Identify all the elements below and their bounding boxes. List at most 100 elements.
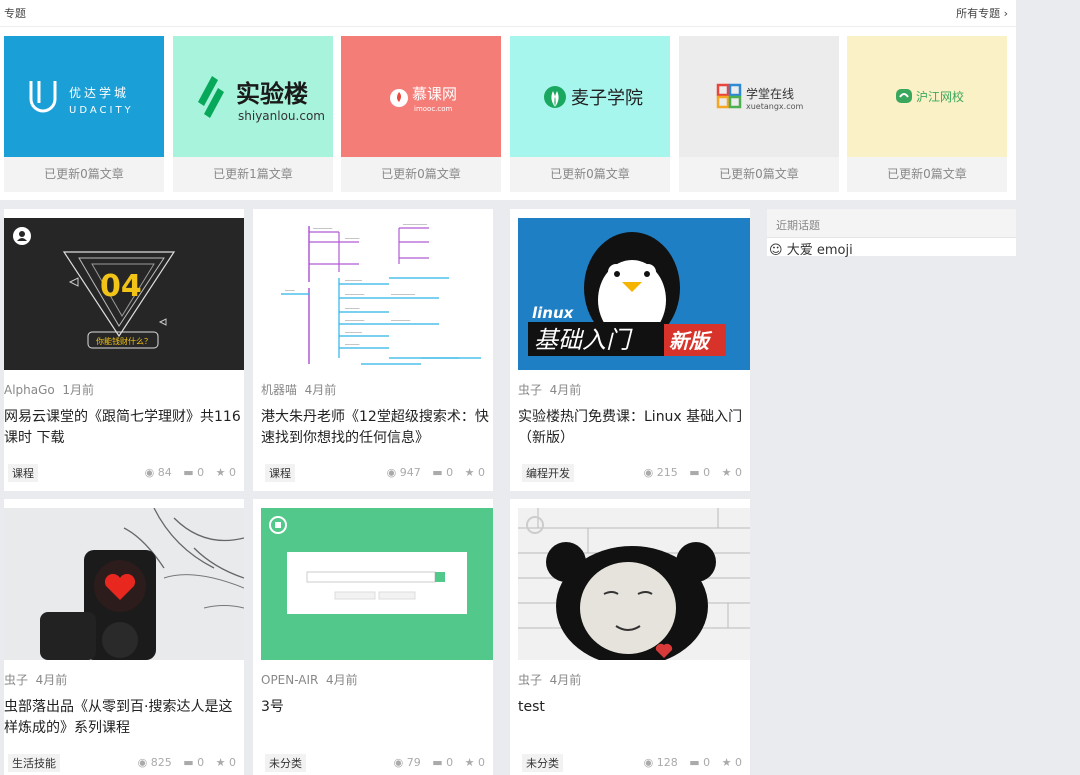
post-time: 1月前 [62,383,95,397]
like-count: 0 [229,756,236,769]
post-card[interactable]: linux 基础入门 新版 虫子 4月前 实验楼热门免费课：Linux 基础入门… [510,209,750,491]
eye-icon: ◉ [643,756,654,769]
eye-icon: ◉ [386,466,397,479]
brand-en: xuetangx.com [746,102,803,111]
view-count: 84 [157,466,172,479]
post-thumbnail[interactable] [518,508,750,660]
topic-card-maizi[interactable]: 麦子学院 已更新0篇文章 [510,36,670,192]
post-author[interactable]: OPEN-AIR [261,673,318,687]
brand-en: UDACITY [69,105,134,116]
post-time: 4月前 [549,383,582,397]
post-time: 4月前 [326,673,358,687]
post-time: 4月前 [35,673,68,687]
post-meta: 机器喵 4月前 [261,381,336,398]
post-thumbnail[interactable] [261,508,493,660]
post-title[interactable]: 实验楼热门免费课：Linux 基础入门（新版） [518,407,750,449]
star-icon[interactable]: ★ [216,756,226,769]
like-count: 0 [478,466,485,479]
topic-article-count: 已更新0篇文章 [44,167,124,181]
post-card[interactable]: 虫子 4月前 test 未分类 ◉ 128 ▬ 0 ★ 0 [510,499,750,775]
post-author[interactable]: 机器喵 [261,383,297,397]
post-thumbnail[interactable]: linux 基础入门 新版 [518,218,750,370]
brand-cn: 实验楼 [236,80,308,108]
comment-icon: ▬ [432,466,443,479]
post-tag[interactable]: 课程 [265,464,295,482]
post-thumbnail[interactable] [4,508,244,660]
post-author[interactable]: AlphaGo [4,383,55,397]
post-card[interactable]: OPEN-AIR 4月前 3号 未分类 ◉ 79 ▬ 0 ★ 0 [253,499,493,775]
view-count: 825 [150,756,172,769]
brand-cn: 沪江网校 [916,89,964,104]
chevron-right-icon: › [1003,7,1008,20]
topic-banner: 优达学城 UDACITY [4,36,164,157]
all-topics-link[interactable]: 所有专题 › [956,5,1008,21]
post-card[interactable]: 虫子 4月前 虫部落出品《从零到百·搜索达人是这样炼成的》系列课程 生活技能 ◉… [4,499,244,775]
topics-header: 专题 所有专题 › [0,0,1016,27]
recent-topic-item[interactable]: ☺ 大爱 emoji [769,239,853,258]
post-title[interactable]: 港大朱丹老师《12堂超级搜索术：快速找到你想找的任何信息》 [261,407,493,449]
recent-topic-label: 大爱 emoji [786,243,853,258]
post-title[interactable]: 网易云课堂的《跟简七学理财》共116课时 下载 [4,407,244,449]
topics-section: 专题 所有专题 › 优达学城 UDACITY 已更新0篇文章 实验楼 shiya… [0,0,1016,200]
like-count: 0 [735,756,742,769]
post-tag[interactable]: 未分类 [522,754,563,772]
thumbnail-text: 基础入门 [534,326,633,354]
topic-card-hujiang[interactable]: 沪江网校 已更新0篇文章 [847,36,1007,192]
topics-title: 专题 [4,7,26,20]
topic-card-imooc[interactable]: 慕课网 imooc.com 已更新0篇文章 [341,36,501,192]
post-tag[interactable]: 编程开发 [522,464,574,482]
post-meta: 虫子 4月前 [4,671,67,688]
post-meta: 虫子 4月前 [518,671,581,688]
topic-banner: 学堂在线 xuetangx.com [679,36,839,157]
post-stats: ◉ 128 ▬ 0 ★ 0 [644,756,742,769]
post-card[interactable]: ──────── ────── ────────── ─────── ────────… [253,209,493,491]
comment-count: 0 [197,756,205,769]
topic-card-shiyanlou[interactable]: 实验楼 shiyanlou.com 已更新1篇文章 [173,36,333,192]
topic-article-count: 已更新1篇文章 [213,167,293,181]
view-count: 215 [656,466,678,479]
comment-icon: ▬ [689,466,700,479]
imooc-logo-icon: 慕课网 imooc.com [390,85,457,113]
post-tag[interactable]: 课程 [8,464,38,482]
star-icon[interactable]: ★ [216,466,226,479]
like-count: 0 [735,466,742,479]
post-tag[interactable]: 生活技能 [8,754,60,772]
topic-card-udacity[interactable]: 优达学城 UDACITY 已更新0篇文章 [4,36,164,192]
star-icon[interactable]: ★ [722,466,732,479]
topic-article-count: 已更新0篇文章 [887,167,967,181]
topic-article-count: 已更新0篇文章 [381,167,461,181]
post-tag[interactable]: 未分类 [265,754,306,772]
star-icon[interactable]: ★ [722,756,732,769]
post-stats: ◉ 825 ▬ 0 ★ 0 [138,756,236,769]
post-title[interactable]: 3号 [261,697,493,718]
brand-en: imooc.com [414,105,453,113]
post-thumbnail[interactable]: 04 你能钱财什么？ [4,218,244,370]
like-count: 0 [478,756,485,769]
udacity-logo-icon: 优达学城 UDACITY [29,80,134,116]
svg-text:──────────: ────────── [402,222,428,227]
post-thumbnail[interactable]: ──────── ────── ────────── ─────── ────────… [261,218,493,370]
post-author[interactable]: 虫子 [518,673,542,687]
brand-cn: 慕课网 [412,85,457,103]
post-title[interactable]: 虫部落出品《从零到百·搜索达人是这样炼成的》系列课程 [4,697,244,739]
comment-count: 0 [703,756,711,769]
eye-icon: ◉ [137,756,148,769]
star-icon[interactable]: ★ [465,756,475,769]
topic-banner: 沪江网校 [847,36,1007,157]
post-card[interactable]: 04 你能钱财什么？ AlphaGo 1月前 网易云课堂的《跟简七学理财》共11… [4,209,244,491]
post-time: 4月前 [304,383,337,397]
topic-card-xuetangx[interactable]: 学堂在线 xuetangx.com 已更新0篇文章 [679,36,839,192]
comment-icon: ▬ [689,756,700,769]
svg-text:────────: ──────── [344,318,365,323]
svg-text:──────: ────── [344,236,360,241]
star-icon[interactable]: ★ [465,466,475,479]
post-meta: AlphaGo 1月前 [4,381,94,398]
post-title[interactable]: test [518,697,750,718]
eye-icon: ◉ [144,466,155,479]
eye-icon: ◉ [393,756,404,769]
post-author[interactable]: 虫子 [518,383,542,397]
comment-icon: ▬ [432,756,443,769]
shiyanlou-logo-icon: 实验楼 shiyanlou.com [198,75,325,123]
thumbnail-caption: 你能钱财什么？ [96,336,152,346]
post-author[interactable]: 虫子 [4,673,28,687]
